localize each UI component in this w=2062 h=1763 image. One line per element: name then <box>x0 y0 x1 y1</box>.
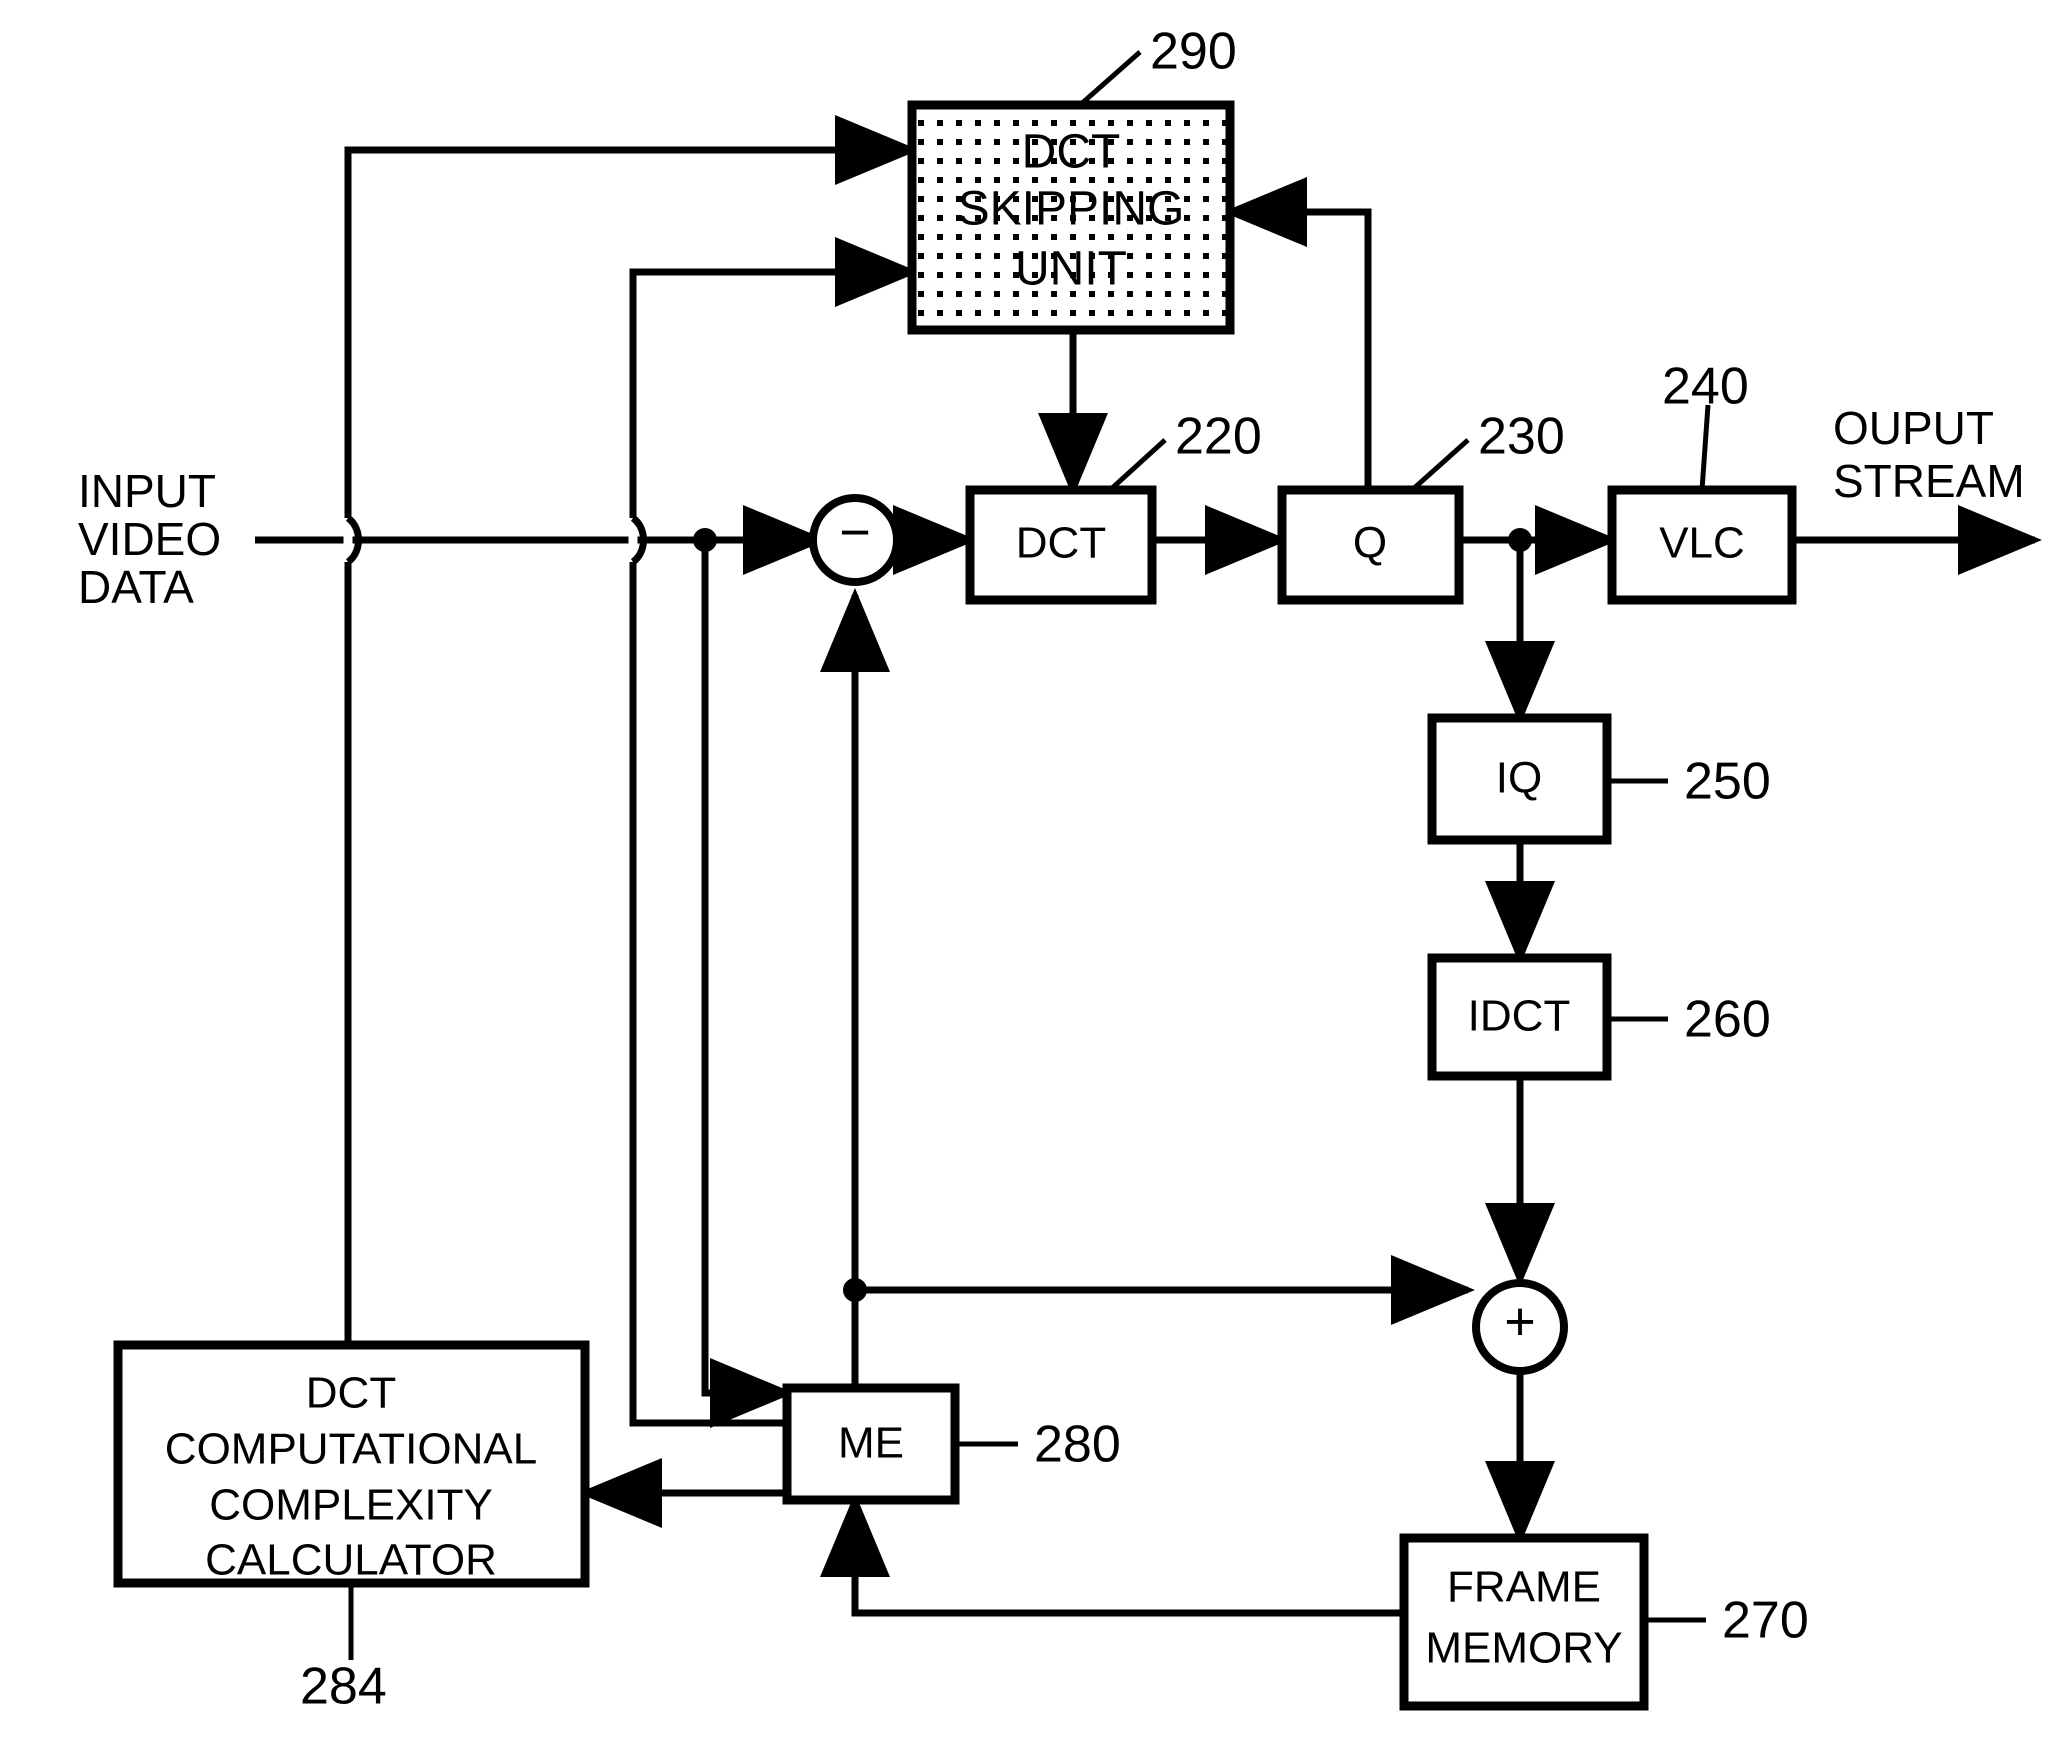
block-iq-label: IQ <box>1496 754 1542 803</box>
input-label-line-2: VIDEO <box>78 513 221 565</box>
operator-adder[interactable]: + <box>1472 1279 1568 1375</box>
block-q-label: Q <box>1353 519 1387 568</box>
wire-input-to-me-b <box>701 540 794 1428</box>
ref-number-220: 220 <box>1175 408 1262 466</box>
block-me-label: ME <box>838 1419 904 1468</box>
block-idct[interactable]: IDCT <box>1427 953 1612 1081</box>
block-me[interactable]: ME <box>782 1383 960 1505</box>
block-dct-skipping-unit-label-1: DCT <box>1022 126 1121 179</box>
leader-line-220 <box>1108 438 1167 492</box>
block-dct[interactable]: DCT <box>965 485 1157 605</box>
leader-line-230 <box>1410 438 1470 492</box>
ref-number-260: 260 <box>1684 991 1771 1049</box>
leader-line-240 <box>1699 404 1711 491</box>
ref-number-290: 290 <box>1150 23 1237 81</box>
block-calculator-label-4: CALCULATOR <box>205 1536 497 1585</box>
block-vlc-label: VLC <box>1659 519 1745 568</box>
block-calculator-label-3: COMPLEXITY <box>209 1481 493 1530</box>
input-label-line-1: INPUT <box>78 465 216 517</box>
operator-adder-symbol: + <box>1504 1291 1536 1351</box>
output-stream-label: OUPUT STREAM <box>1833 402 2025 507</box>
block-calculator-label-1: DCT <box>306 1369 396 1418</box>
output-label-line-2: STREAM <box>1833 455 2025 507</box>
wire-input-to-me-a <box>629 540 787 1427</box>
block-frame-memory[interactable]: FRAME MEMORY <box>1399 1533 1649 1711</box>
input-video-data-label: INPUT VIDEO DATA <box>78 465 221 613</box>
ref-number-230: 230 <box>1478 408 1565 466</box>
block-dct-complexity-calculator[interactable]: DCT COMPUTATIONAL COMPLEXITY CALCULATOR <box>113 1340 590 1588</box>
ref-number-284: 284 <box>300 1658 387 1716</box>
ref-number-250: 250 <box>1684 753 1771 811</box>
block-dct-label: DCT <box>1016 519 1106 568</box>
operator-subtractor-symbol: − <box>839 502 871 562</box>
input-label-line-3: DATA <box>78 561 194 613</box>
block-q[interactable]: Q <box>1277 485 1464 605</box>
junction-dot-input-b <box>693 528 717 552</box>
junction-dots <box>693 528 1532 1302</box>
ref-number-270: 270 <box>1722 1592 1809 1650</box>
junction-dot-q-out <box>1508 528 1532 552</box>
output-label-line-1: OUPUT <box>1833 402 1994 454</box>
patent-figure: DCT SKIPPING UNIT 290 DCT 220 Q 230 VLC … <box>0 0 2062 1763</box>
ref-number-240: 240 <box>1662 358 1749 416</box>
block-diagram-canvas: DCT SKIPPING UNIT 290 DCT 220 Q 230 VLC … <box>78 23 2042 1716</box>
junction-dot-mc <box>843 1278 867 1302</box>
wire-framemem-to-me <box>820 1493 1404 1617</box>
block-dct-skipping-unit-label-2: SKIPPING <box>958 183 1185 236</box>
block-frame-memory-label-1: FRAME <box>1447 1563 1601 1612</box>
block-idct-label: IDCT <box>1468 992 1571 1041</box>
block-dct-skipping-unit[interactable]: DCT SKIPPING UNIT <box>907 100 1235 335</box>
block-iq[interactable]: IQ <box>1427 713 1612 845</box>
block-calculator-label-2: COMPUTATIONAL <box>165 1425 537 1474</box>
block-vlc[interactable]: VLC <box>1607 485 1797 605</box>
ref-number-280: 280 <box>1034 1416 1121 1474</box>
leader-line-290 <box>1078 50 1142 107</box>
operator-subtractor[interactable]: − <box>809 494 901 586</box>
block-frame-memory-label-2: MEMORY <box>1425 1624 1622 1673</box>
block-dct-skipping-unit-label-3: UNIT <box>1015 243 1127 296</box>
